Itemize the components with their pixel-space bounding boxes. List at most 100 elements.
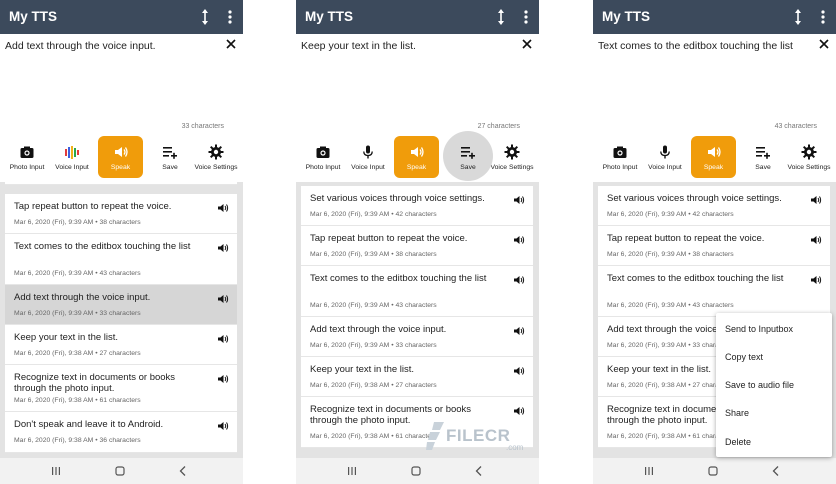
sort-icon[interactable] [790, 7, 806, 27]
app-bar: My TTS [593, 0, 836, 34]
menu-item-delete[interactable]: Delete [725, 437, 751, 447]
photo-input-button[interactable]: Photo Input [597, 136, 643, 178]
list-item[interactable]: Text comes to the editbox touching the l… [5, 234, 237, 285]
system-nav-bar [593, 458, 836, 484]
sound-wave-icon [65, 146, 79, 159]
action-toolbar: Photo Input Voice Input Speak Save Voice… [296, 132, 539, 182]
saved-text-list: Tap repeat button to repeat the voice. M… [0, 182, 243, 458]
text-editbox[interactable]: Add text through the voice input. 33 cha… [0, 34, 243, 132]
character-count: 27 characters [477, 123, 520, 130]
play-speaker-icon[interactable] [513, 194, 525, 206]
app-title: My TTS [9, 9, 58, 24]
back-icon[interactable] [473, 465, 485, 477]
gear-icon [504, 144, 520, 160]
back-icon[interactable] [177, 465, 189, 477]
text-editbox[interactable]: Text comes to the editbox touching the l… [593, 34, 836, 132]
app-title: My TTS [305, 9, 354, 24]
play-speaker-icon[interactable] [217, 242, 229, 254]
clear-icon[interactable] [818, 38, 830, 50]
play-speaker-icon[interactable] [810, 274, 822, 286]
app-bar: My TTS [296, 0, 539, 34]
text-editbox[interactable]: Keep your text in the list. 27 character… [296, 34, 539, 132]
camera-icon [613, 146, 627, 158]
editbox-text[interactable]: Add text through the voice input. [5, 40, 220, 52]
play-speaker-icon[interactable] [513, 365, 525, 377]
photo-input-button[interactable]: Photo Input [300, 136, 346, 178]
play-speaker-icon[interactable] [513, 325, 525, 337]
speaker-icon [707, 147, 721, 157]
voice-input-button[interactable]: Voice Input [50, 136, 94, 178]
saved-text-list: Set various voices through voice setting… [296, 182, 539, 458]
speak-button[interactable]: Speak [394, 136, 439, 178]
speak-button[interactable]: Speak [98, 136, 143, 178]
speaker-icon [114, 147, 128, 157]
play-speaker-icon[interactable] [810, 234, 822, 246]
voice-settings-button[interactable]: Voice Settings [488, 136, 536, 178]
play-speaker-icon[interactable] [217, 333, 229, 345]
system-nav-bar [296, 458, 539, 484]
play-speaker-icon[interactable] [513, 234, 525, 246]
recent-apps-icon[interactable] [50, 465, 62, 477]
phone-screen-2: My TTS Keep your text in the list. 27 ch… [296, 0, 539, 484]
play-speaker-icon[interactable] [513, 274, 525, 286]
list-item[interactable]: Tap repeat button to repeat the voice. M… [598, 226, 830, 266]
photo-input-button[interactable]: Photo Input [4, 136, 50, 178]
play-speaker-icon[interactable] [217, 373, 229, 385]
home-icon[interactable] [114, 465, 126, 477]
action-toolbar: Photo Input Voice Input Speak Save Voice… [0, 132, 243, 182]
voice-settings-button[interactable]: Voice Settings [192, 136, 240, 178]
list-item[interactable]: Set various voices through voice setting… [301, 186, 533, 226]
camera-icon [20, 146, 34, 158]
list-item[interactable]: Tap repeat button to repeat the voice. M… [301, 226, 533, 266]
playlist-add-icon [163, 147, 177, 159]
menu-item-save-audio[interactable]: Save to audio file [725, 380, 794, 390]
editbox-text[interactable]: Keep your text in the list. [301, 40, 516, 52]
camera-icon [316, 146, 330, 158]
list-item[interactable]: Set various voices through voice setting… [598, 186, 830, 226]
play-speaker-icon[interactable] [217, 420, 229, 432]
list-item[interactable]: Text comes to the editbox touching the l… [301, 266, 533, 317]
recent-apps-icon[interactable] [643, 465, 655, 477]
sort-icon[interactable] [197, 7, 213, 27]
character-count: 33 characters [181, 123, 224, 130]
back-icon[interactable] [770, 465, 782, 477]
home-icon[interactable] [707, 465, 719, 477]
sort-icon[interactable] [493, 7, 509, 27]
play-speaker-icon[interactable] [217, 202, 229, 214]
play-speaker-icon[interactable] [513, 405, 525, 417]
list-item[interactable]: Keep your text in the list. Mar 6, 2020 … [301, 357, 533, 397]
more-options-icon[interactable] [815, 7, 831, 27]
menu-item-share[interactable]: Share [725, 408, 749, 418]
voice-input-button[interactable]: Voice Input [643, 136, 687, 178]
play-speaker-icon[interactable] [810, 194, 822, 206]
voice-input-button[interactable]: Voice Input [346, 136, 390, 178]
list-item[interactable]: Don't speak and leave it to Android. Mar… [5, 412, 237, 453]
menu-item-send-to-inputbox[interactable]: Send to Inputbox [725, 324, 793, 334]
more-options-icon[interactable] [222, 7, 238, 27]
microphone-icon [660, 145, 670, 159]
clear-icon[interactable] [521, 38, 533, 50]
list-item[interactable]: Keep your text in the list. Mar 6, 2020 … [5, 325, 237, 365]
save-button[interactable]: Save [743, 136, 783, 178]
list-item[interactable]: Add text through the voice input. Mar 6,… [301, 317, 533, 357]
list-item[interactable] [5, 182, 237, 185]
list-item[interactable]: Tap repeat button to repeat the voice. M… [5, 194, 237, 234]
list-item[interactable]: Text comes to the editbox touching the l… [598, 266, 830, 317]
clear-icon[interactable] [225, 38, 237, 50]
menu-item-copy-text[interactable]: Copy text [725, 352, 763, 362]
play-speaker-icon[interactable] [217, 293, 229, 305]
editbox-text[interactable]: Text comes to the editbox touching the l… [598, 40, 813, 52]
speaker-icon [410, 147, 424, 157]
save-button-pressed[interactable]: Save [448, 132, 488, 182]
save-button[interactable]: Save [150, 136, 190, 178]
speak-button[interactable]: Speak [691, 136, 736, 178]
system-nav-bar [0, 458, 243, 484]
more-options-icon[interactable] [518, 7, 534, 27]
list-item[interactable]: Recognize text in documents or books thr… [5, 365, 237, 412]
app-bar: My TTS [0, 0, 243, 34]
recent-apps-icon[interactable] [346, 465, 358, 477]
voice-settings-button[interactable]: Voice Settings [785, 136, 833, 178]
gear-icon [208, 144, 224, 160]
list-item-selected[interactable]: Add text through the voice input. Mar 6,… [5, 285, 237, 325]
home-icon[interactable] [410, 465, 422, 477]
